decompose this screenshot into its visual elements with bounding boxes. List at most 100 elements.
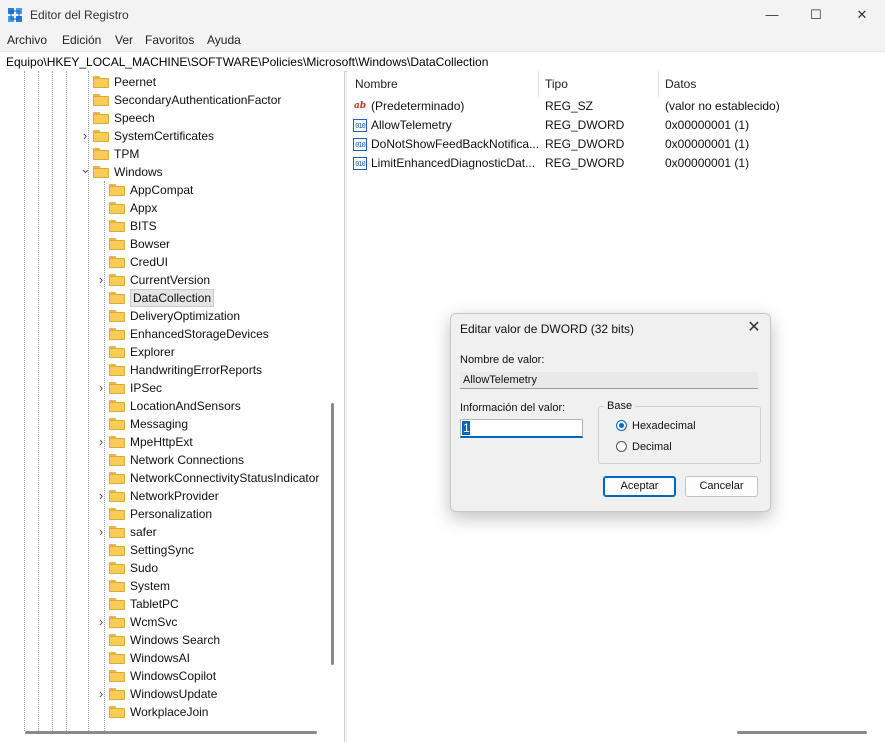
tree-item[interactable]: › CurrentVersion: [0, 271, 330, 289]
key-tree-pane[interactable]: Peernet SecondaryAuthenticationFactor Spee…: [0, 71, 345, 742]
tree-item[interactable]: Messaging: [0, 415, 330, 433]
folder-icon: [109, 346, 125, 358]
tree-item-label: SettingSync: [130, 543, 195, 557]
tree-item[interactable]: › WindowsUpdate: [0, 685, 330, 703]
tree-vertical-scrollbar[interactable]: [331, 403, 334, 665]
ok-button[interactable]: Aceptar: [603, 476, 676, 497]
value-type-cell: REG_SZ: [545, 99, 594, 113]
chevron-right-icon[interactable]: ›: [96, 379, 106, 397]
decimal-radio-label[interactable]: Decimal: [632, 441, 672, 453]
tree-item[interactable]: › safer: [0, 523, 330, 541]
tree-item[interactable]: › MpeHttpExt: [0, 433, 330, 451]
tree-item-label: WindowsAI: [130, 651, 191, 665]
tree-item[interactable]: Speech: [0, 109, 330, 127]
tree-item[interactable]: TPM: [0, 145, 330, 163]
menu-edicion[interactable]: Edición: [62, 33, 101, 47]
tree-item-label: SecondaryAuthenticationFactor: [114, 93, 282, 107]
value-name-cell: AllowTelemetry: [371, 118, 452, 132]
decimal-radio[interactable]: [616, 441, 627, 452]
tree-item[interactable]: TabletPC: [0, 595, 330, 613]
tree-item[interactable]: SettingSync: [0, 541, 330, 559]
chevron-right-icon[interactable]: ›: [96, 433, 106, 451]
tree-item[interactable]: LocationAndSensors: [0, 397, 330, 415]
column-header-type[interactable]: Tipo: [545, 71, 568, 97]
list-item[interactable]: 010 AllowTelemetry REG_DWORD 0x00000001 (1): [347, 116, 885, 135]
value-data-input[interactable]: [460, 419, 583, 438]
tree-item[interactable]: Explorer: [0, 343, 330, 361]
dialog-close-icon[interactable]: ✕: [743, 318, 765, 338]
column-header-data[interactable]: Datos: [665, 71, 696, 97]
close-button[interactable]: ✕: [839, 0, 885, 30]
tree-item[interactable]: Sudo: [0, 559, 330, 577]
tree-item[interactable]: WindowsAI: [0, 649, 330, 667]
chevron-right-icon[interactable]: ›: [96, 523, 106, 541]
chevron-right-icon[interactable]: ›: [80, 127, 90, 145]
tree-item[interactable]: Network Connections: [0, 451, 330, 469]
value-type-cell: REG_DWORD: [545, 156, 625, 170]
tree-item[interactable]: WindowsCopilot: [0, 667, 330, 685]
tree-item[interactable]: Appx: [0, 199, 330, 217]
address-bar[interactable]: Equipo\HKEY_LOCAL_MACHINE\SOFTWARE\Polic…: [0, 51, 885, 72]
chevron-right-icon[interactable]: ›: [96, 685, 106, 703]
tree-item[interactable]: DataCollection: [0, 289, 330, 307]
chevron-down-icon[interactable]: ⌄: [80, 162, 91, 181]
cancel-button[interactable]: Cancelar: [685, 476, 758, 497]
list-horizontal-scrollbar[interactable]: [737, 731, 867, 734]
tree-item[interactable]: ⌄ Windows: [0, 162, 330, 181]
tree-item[interactable]: › NetworkProvider: [0, 487, 330, 505]
tree-item-label: Speech: [114, 111, 155, 125]
column-header-name[interactable]: Nombre: [355, 71, 398, 97]
tree-item-label: WindowsUpdate: [130, 687, 218, 701]
tree-item[interactable]: Windows Search: [0, 631, 330, 649]
tree-item-label: Appx: [130, 201, 158, 215]
registry-editor-icon: [8, 8, 22, 22]
list-item[interactable]: 010 DoNotShowFeedBackNotifica... REG_DWORD…: [347, 135, 885, 154]
menu-bar: Archivo Edición Ver Favoritos Ayuda: [0, 30, 885, 50]
base-groupbox: [598, 406, 761, 464]
value-name-label: Nombre de valor:: [460, 354, 545, 366]
chevron-right-icon[interactable]: ›: [96, 613, 106, 631]
column-divider[interactable]: [658, 71, 659, 97]
tree-item-label: Explorer: [130, 345, 175, 359]
tree-item[interactable]: WorkplaceJoin: [0, 703, 330, 721]
window-title: Editor del Registro: [30, 8, 129, 22]
list-item[interactable]: ab (Predeterminado) REG_SZ (valor no establ…: [347, 97, 885, 116]
tree-item[interactable]: DeliveryOptimization: [0, 307, 330, 325]
tree-horizontal-scrollbar[interactable]: [25, 731, 317, 734]
folder-icon: [93, 130, 109, 142]
tree-item-label: NetworkProvider: [130, 489, 219, 503]
tree-item[interactable]: HandwritingErrorReports: [0, 361, 330, 379]
hexadecimal-radio-label[interactable]: Hexadecimal: [632, 420, 696, 432]
tree-item[interactable]: EnhancedStorageDevices: [0, 325, 330, 343]
tree-item[interactable]: › WcmSvc: [0, 613, 330, 631]
value-data-cell: 0x00000001 (1): [665, 137, 750, 151]
folder-icon: [109, 220, 125, 232]
folder-icon: [109, 688, 125, 700]
minimize-button[interactable]: —: [749, 0, 795, 30]
tree-item[interactable]: System: [0, 577, 330, 595]
column-divider[interactable]: [538, 71, 539, 97]
tree-item[interactable]: Peernet: [0, 73, 330, 91]
tree-item[interactable]: BITS: [0, 217, 330, 235]
folder-icon: [109, 580, 125, 592]
menu-favoritos[interactable]: Favoritos: [145, 33, 194, 47]
dword-value-icon: 010: [353, 119, 367, 132]
folder-icon: [109, 562, 125, 574]
tree-item[interactable]: AppCompat: [0, 181, 330, 199]
maximize-button[interactable]: ☐: [793, 0, 839, 30]
menu-ver[interactable]: Ver: [115, 33, 133, 47]
tree-item[interactable]: NetworkConnectivityStatusIndicator: [0, 469, 330, 487]
list-item[interactable]: 010 LimitEnhancedDiagnosticDat... REG_DWOR…: [347, 154, 885, 173]
menu-ayuda[interactable]: Ayuda: [207, 33, 241, 47]
folder-icon: [93, 112, 109, 124]
tree-item[interactable]: › SystemCertificates: [0, 127, 330, 145]
chevron-right-icon[interactable]: ›: [96, 487, 106, 505]
menu-archivo[interactable]: Archivo: [7, 33, 47, 47]
tree-item[interactable]: CredUI: [0, 253, 330, 271]
chevron-right-icon[interactable]: ›: [96, 271, 106, 289]
tree-item[interactable]: Bowser: [0, 235, 330, 253]
tree-item[interactable]: › IPSec: [0, 379, 330, 397]
hexadecimal-radio[interactable]: [616, 420, 627, 431]
tree-item[interactable]: Personalization: [0, 505, 330, 523]
tree-item[interactable]: SecondaryAuthenticationFactor: [0, 91, 330, 109]
